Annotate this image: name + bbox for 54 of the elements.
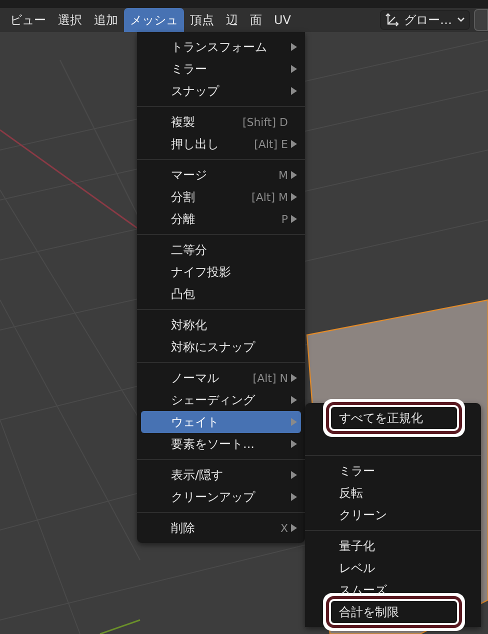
menu-item[interactable]: クリーン <box>309 504 477 526</box>
menu-item[interactable]: 分離 P <box>141 208 301 230</box>
menu-item[interactable]: 合計を制限 <box>331 601 457 623</box>
submenu-arrow-icon <box>291 171 297 179</box>
menu-item[interactable]: 分割 [Alt] M <box>141 186 301 208</box>
submenu-arrow-icon <box>291 65 297 73</box>
submenu-arrow-icon <box>291 396 297 404</box>
header-menu[interactable]: UV <box>268 8 297 32</box>
menu-item[interactable]: スナップ <box>141 80 301 102</box>
submenu-arrow-icon <box>291 440 297 448</box>
menu-item[interactable]: ミラー <box>141 58 301 80</box>
menu-item[interactable]: 削除 X <box>141 517 301 539</box>
submenu-arrow-icon <box>291 493 297 501</box>
menu-item[interactable]: 要素をソート... <box>141 433 301 455</box>
menu-item[interactable]: すべてを正規化 <box>331 407 457 429</box>
submenu-arrow-icon <box>291 471 297 479</box>
header-menu[interactable]: 選択 <box>52 8 88 32</box>
menu-item[interactable]: スムーズ <box>309 579 477 601</box>
submenu-arrow-icon <box>291 43 297 51</box>
submenu-arrow-icon <box>291 374 297 382</box>
menu-item[interactable]: 凸包 <box>141 283 301 305</box>
menu-item[interactable]: トランスフォーム <box>141 36 301 58</box>
header-menu[interactable]: 面 <box>244 8 268 32</box>
submenu-arrow-icon <box>291 140 297 148</box>
submenu-arrow-icon <box>291 215 297 223</box>
header-menu[interactable]: メッシュ <box>124 8 184 32</box>
axes-icon <box>385 13 399 27</box>
header-menu[interactable]: 追加 <box>88 8 124 32</box>
menu-item[interactable]: 対称化 <box>141 314 301 336</box>
menu-item[interactable]: 量子化 <box>309 535 477 557</box>
chevron-down-icon <box>457 17 465 23</box>
header-menu[interactable]: 頂点 <box>184 8 220 32</box>
orientation-dropdown[interactable]: グロー… <box>380 10 470 30</box>
menu-item[interactable]: マージ M <box>141 164 301 186</box>
header-button[interactable] <box>474 9 488 31</box>
submenu-arrow-icon <box>291 193 297 201</box>
menu-item[interactable]: 二等分 <box>141 239 301 261</box>
header-menu[interactable]: 辺 <box>220 8 244 32</box>
header-menu[interactable]: ビュー <box>4 8 52 32</box>
menu-item[interactable]: ナイフ投影 <box>141 261 301 283</box>
menu-item[interactable]: 対称にスナップ <box>141 336 301 358</box>
submenu-arrow-icon <box>291 87 297 95</box>
menu-item[interactable]: ウェイト <box>141 411 301 433</box>
menu-item[interactable]: ミラー <box>309 460 477 482</box>
submenu-arrow-icon <box>291 418 297 426</box>
menu-item[interactable]: レベル <box>309 557 477 579</box>
menu-item[interactable]: シェーディング <box>141 389 301 411</box>
menu-item[interactable]: 表示/隠す <box>141 464 301 486</box>
menu-item[interactable]: 反転 <box>309 482 477 504</box>
menu-item[interactable]: クリーンアップ <box>141 486 301 508</box>
submenu-arrow-icon <box>291 524 297 532</box>
menu-item[interactable]: ノーマル [Alt] N <box>141 367 301 389</box>
menu-item[interactable]: 複製 [Shift] D <box>141 111 301 133</box>
menu-item[interactable]: 押し出し [Alt] E <box>141 133 301 155</box>
